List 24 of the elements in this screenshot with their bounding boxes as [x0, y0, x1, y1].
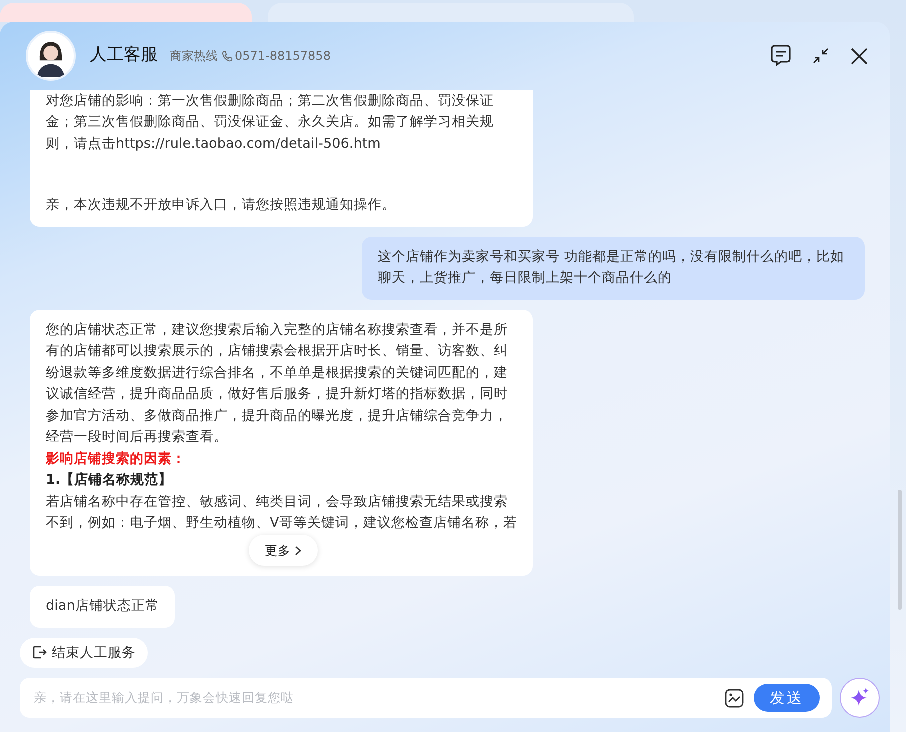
hotline-label: 商家热线	[170, 48, 218, 65]
message-text: dian店铺状态正常	[46, 597, 160, 616]
end-service-button[interactable]: 结束人工服务	[20, 638, 148, 668]
ai-assistant-button[interactable]	[840, 678, 880, 718]
message-input[interactable]: 亲，请在这里输入提问，万象会快速回复您哒 发送	[20, 678, 832, 718]
message-text: 对您店铺的影响：第一次售假删除商品；第二次售假删除商品、罚没保证金；第三次售假删除商品、罚没保证金、永久关店。如需了解学习相关规则，请点击https://rule.taobao.com/detail-506.htm	[46, 92, 495, 154]
script-note-icon[interactable]	[771, 45, 791, 67]
message-text: 您的店铺状态正常，建议您搜索后输入完整的店铺名称搜索查看，并不是所有的店铺都可以搜索展示的，店铺搜索会根据开店时长、销量、访客数、纠纷退款等多维度数据进行综合排名，不单单是根据搜索的关键词匹配的，建议诚信经营，提升商品品质，做好售后服务，提升新灯塔的指标数据，同时参加官方活动、多做商品推广，提升商品的曝光度，提升店铺综合竞争力，经营一段时间后再搜索查看。	[46, 320, 509, 448]
message-text: 亲，本次违规不开放申诉入口，请您按照违规通知操作。	[46, 196, 397, 216]
phone-icon	[222, 50, 233, 62]
message-text: 若店铺名称中存在管控、敏感词、纯类目词，会导致店铺搜索无结果或搜索不到，例如：电子烟、野生动植物、V哥等关键词，建议您检查店铺名称，若	[46, 492, 518, 534]
chevron-right-icon	[294, 546, 302, 556]
phone-number: 0571-88157858	[235, 48, 331, 65]
exit-icon	[32, 645, 47, 660]
section-heading: 影响店铺搜索的因素：	[46, 450, 187, 469]
more-button[interactable]: 更多	[249, 534, 318, 566]
subsection-heading: 1.【店铺名称规范】	[46, 471, 174, 490]
message-text: 这个店铺作为卖家号和买家号 功能都是正常的吗，没有限制什么的吧，比如聊天，上货推广，每日限制上架十个商品什么的	[378, 248, 846, 288]
image-icon[interactable]	[725, 688, 744, 708]
close-icon[interactable]	[851, 48, 868, 64]
send-button[interactable]: 发送	[754, 684, 820, 712]
avatar	[26, 31, 76, 81]
agent-title: 人工客服	[90, 44, 158, 68]
minimize-icon[interactable]	[813, 48, 829, 64]
